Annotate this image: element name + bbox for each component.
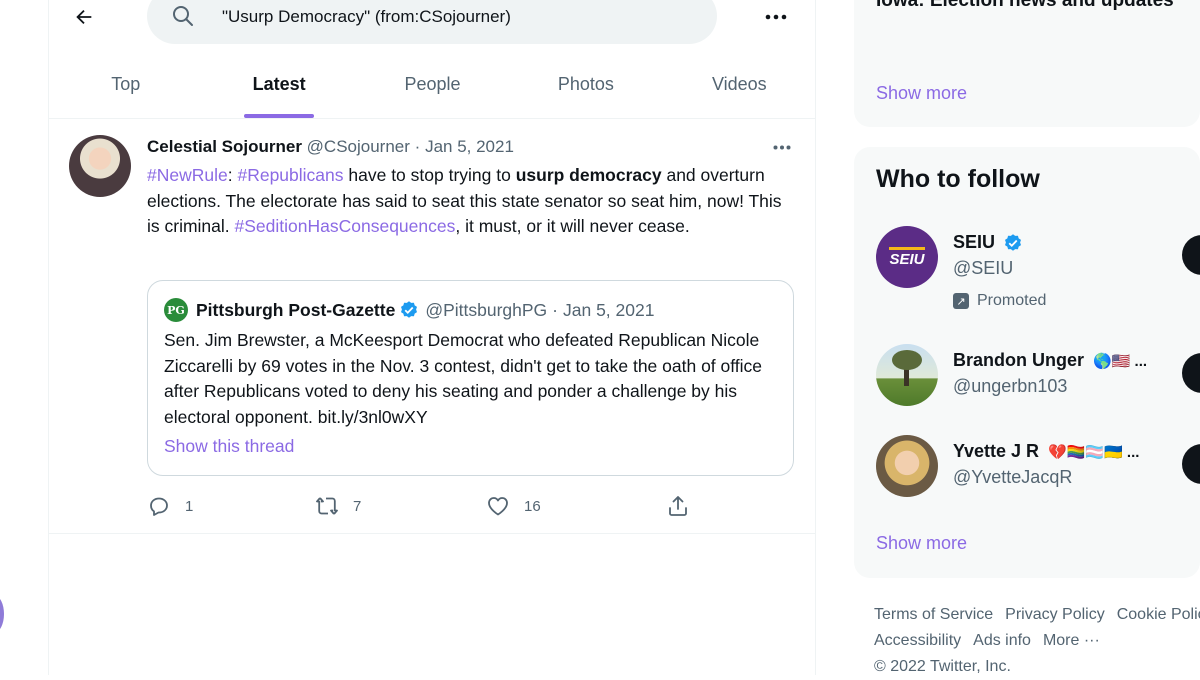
like-button[interactable]: 16 <box>486 493 541 519</box>
hashtag-link[interactable]: #NewRule <box>147 165 228 185</box>
follow-name: Brandon Unger 🌎🇺🇸 ... <box>953 350 1147 371</box>
follow-name-text: Brandon Unger <box>953 350 1085 370</box>
back-button[interactable] <box>67 0 101 34</box>
hashtag-link[interactable]: #SeditionHasConsequences <box>235 216 456 236</box>
tab-people[interactable]: People <box>356 58 509 110</box>
search-header <box>49 0 816 50</box>
name-emoji: 💔🏳️‍🌈🏳️‍⚧️🇺🇦 ... <box>1048 444 1140 461</box>
verified-badge-icon <box>1005 234 1022 251</box>
follow-show-more-link[interactable]: Show more <box>876 533 967 554</box>
more-dots-icon <box>773 145 791 149</box>
left-nav-strip <box>0 0 49 675</box>
main-column: Top Latest People Photos Videos Celestia… <box>49 0 816 675</box>
tweet-more-button[interactable] <box>767 135 797 159</box>
tab-latest[interactable]: Latest <box>202 58 355 110</box>
yvette-avatar <box>876 435 938 497</box>
brandon-avatar <box>876 344 938 406</box>
quoted-author-handle: @PittsburghPG <box>425 299 548 320</box>
search-icon <box>173 6 193 26</box>
back-arrow-icon <box>76 9 92 25</box>
more-dots-icon <box>765 14 787 20</box>
copyright: © 2022 Twitter, Inc. <box>874 658 1011 675</box>
more-options-button[interactable] <box>759 2 793 32</box>
footer-row: Terms of Service Privacy Policy Cookie Pol… <box>874 602 1200 628</box>
quoted-author-name: Pittsburgh Post-Gazette <box>196 299 396 320</box>
quoted-tweet-text: Sen. Jim Brewster, a McKeesport Democrat… <box>164 330 763 427</box>
trend-card: Iowa: Election news and updates Show mor… <box>854 0 1200 127</box>
ads-info-link[interactable]: Ads info <box>973 632 1031 649</box>
show-thread-link[interactable]: Show this thread <box>164 436 294 457</box>
seiu-logo-text: SEIU <box>889 246 925 268</box>
tweet-actions: 1 7 16 <box>147 493 707 519</box>
search-tabs: Top Latest People Photos Videos <box>49 58 816 119</box>
right-sidebar: Iowa: Election news and updates Show mor… <box>854 0 1200 675</box>
tweet[interactable]: Celestial Sojourner @CSojourner · Jan 5,… <box>49 119 816 534</box>
search-match-highlight: usurp democracy <box>515 165 662 185</box>
follow-button[interactable] <box>1182 353 1200 393</box>
follow-handle: @ungerbn103 <box>953 376 1068 396</box>
tab-videos[interactable]: Videos <box>663 58 816 110</box>
quoted-tweet-date: Jan 5, 2021 <box>563 299 655 320</box>
verified-badge-icon <box>401 301 418 318</box>
tweet-author-avatar[interactable] <box>69 135 131 197</box>
quoted-tweet[interactable]: PG Pittsburgh Post-Gazette @PittsburghPG… <box>147 280 794 476</box>
tab-top[interactable]: Top <box>49 58 202 110</box>
reply-button[interactable]: 1 <box>147 493 193 519</box>
terms-link[interactable]: Terms of Service <box>874 606 993 623</box>
more-link[interactable]: More ··· <box>1043 632 1100 649</box>
follow-button[interactable] <box>1182 235 1200 275</box>
trend-show-more-link[interactable]: Show more <box>876 83 967 104</box>
reply-icon <box>150 497 168 516</box>
tree-canopy-shape <box>892 350 922 370</box>
sidebar-footer: Terms of Service Privacy Policy Cookie Pol… <box>874 602 1200 680</box>
promoted-label: ↗ Promoted <box>953 292 1046 310</box>
heart-icon <box>488 497 508 516</box>
search-input[interactable] <box>222 5 692 29</box>
follow-button[interactable] <box>1182 444 1200 484</box>
name-emoji: 🌎🇺🇸 ... <box>1093 353 1148 370</box>
tweet-text-segment: : <box>227 165 238 185</box>
follow-name: Yvette J R 💔🏳️‍🌈🏳️‍⚧️🇺🇦 ... <box>953 441 1139 462</box>
compose-button-edge[interactable] <box>0 596 4 632</box>
tweet-date[interactable]: Jan 5, 2021 <box>425 137 514 156</box>
quoted-tweet-header: PG Pittsburgh Post-Gazette @PittsburghPG… <box>164 298 654 322</box>
promoted-icon: ↗ <box>953 293 969 309</box>
privacy-link[interactable]: Privacy Policy <box>1005 606 1105 623</box>
tweet-author-name[interactable]: Celestial Sojourner <box>147 137 302 156</box>
follow-name-text: Yvette J R <box>953 441 1040 461</box>
trend-title[interactable]: Iowa: Election news and updates <box>876 0 1174 12</box>
seiu-avatar: SEIU <box>876 226 938 288</box>
separator-dot: · <box>552 299 558 320</box>
who-to-follow-title: Who to follow <box>876 165 1040 193</box>
follow-handle: @YvetteJacqR <box>953 467 1073 487</box>
tweet-header: Celestial Sojourner @CSojourner · Jan 5,… <box>147 137 797 159</box>
tweet-text-segment: have to stop trying to <box>343 165 516 185</box>
search-box[interactable] <box>147 0 717 44</box>
separator-dot: · <box>414 137 421 156</box>
follow-name: SEIU <box>953 232 1029 253</box>
quoted-author-avatar: PG <box>164 298 188 322</box>
reply-count: 1 <box>185 497 194 515</box>
promoted-text: Promoted <box>977 292 1047 309</box>
hashtag-link[interactable]: #Republicans <box>237 165 343 185</box>
follow-name-text: SEIU <box>953 232 996 252</box>
cookie-link[interactable]: Cookie Policy <box>1117 606 1200 623</box>
who-to-follow-card: Who to follow SEIU SEIU @SEIU ↗ Promoted <box>854 147 1200 578</box>
retweet-count: 7 <box>353 497 362 515</box>
share-icon <box>669 496 687 516</box>
tweet-text: #NewRule: #Republicans have to stop tryi… <box>147 163 787 240</box>
tweet-author-handle[interactable]: @CSojourner <box>307 137 410 156</box>
footer-row: Accessibility Ads info More ··· <box>874 628 1200 654</box>
follow-handle: @SEIU <box>953 258 1014 278</box>
retweet-button[interactable]: 7 <box>315 493 361 519</box>
retweet-icon <box>316 497 338 515</box>
tweet-text-segment: , it must, or it will never cease. <box>455 216 690 236</box>
like-count: 16 <box>524 497 541 515</box>
tab-photos[interactable]: Photos <box>509 58 662 110</box>
share-button[interactable] <box>666 493 690 519</box>
accessibility-link[interactable]: Accessibility <box>874 632 961 649</box>
